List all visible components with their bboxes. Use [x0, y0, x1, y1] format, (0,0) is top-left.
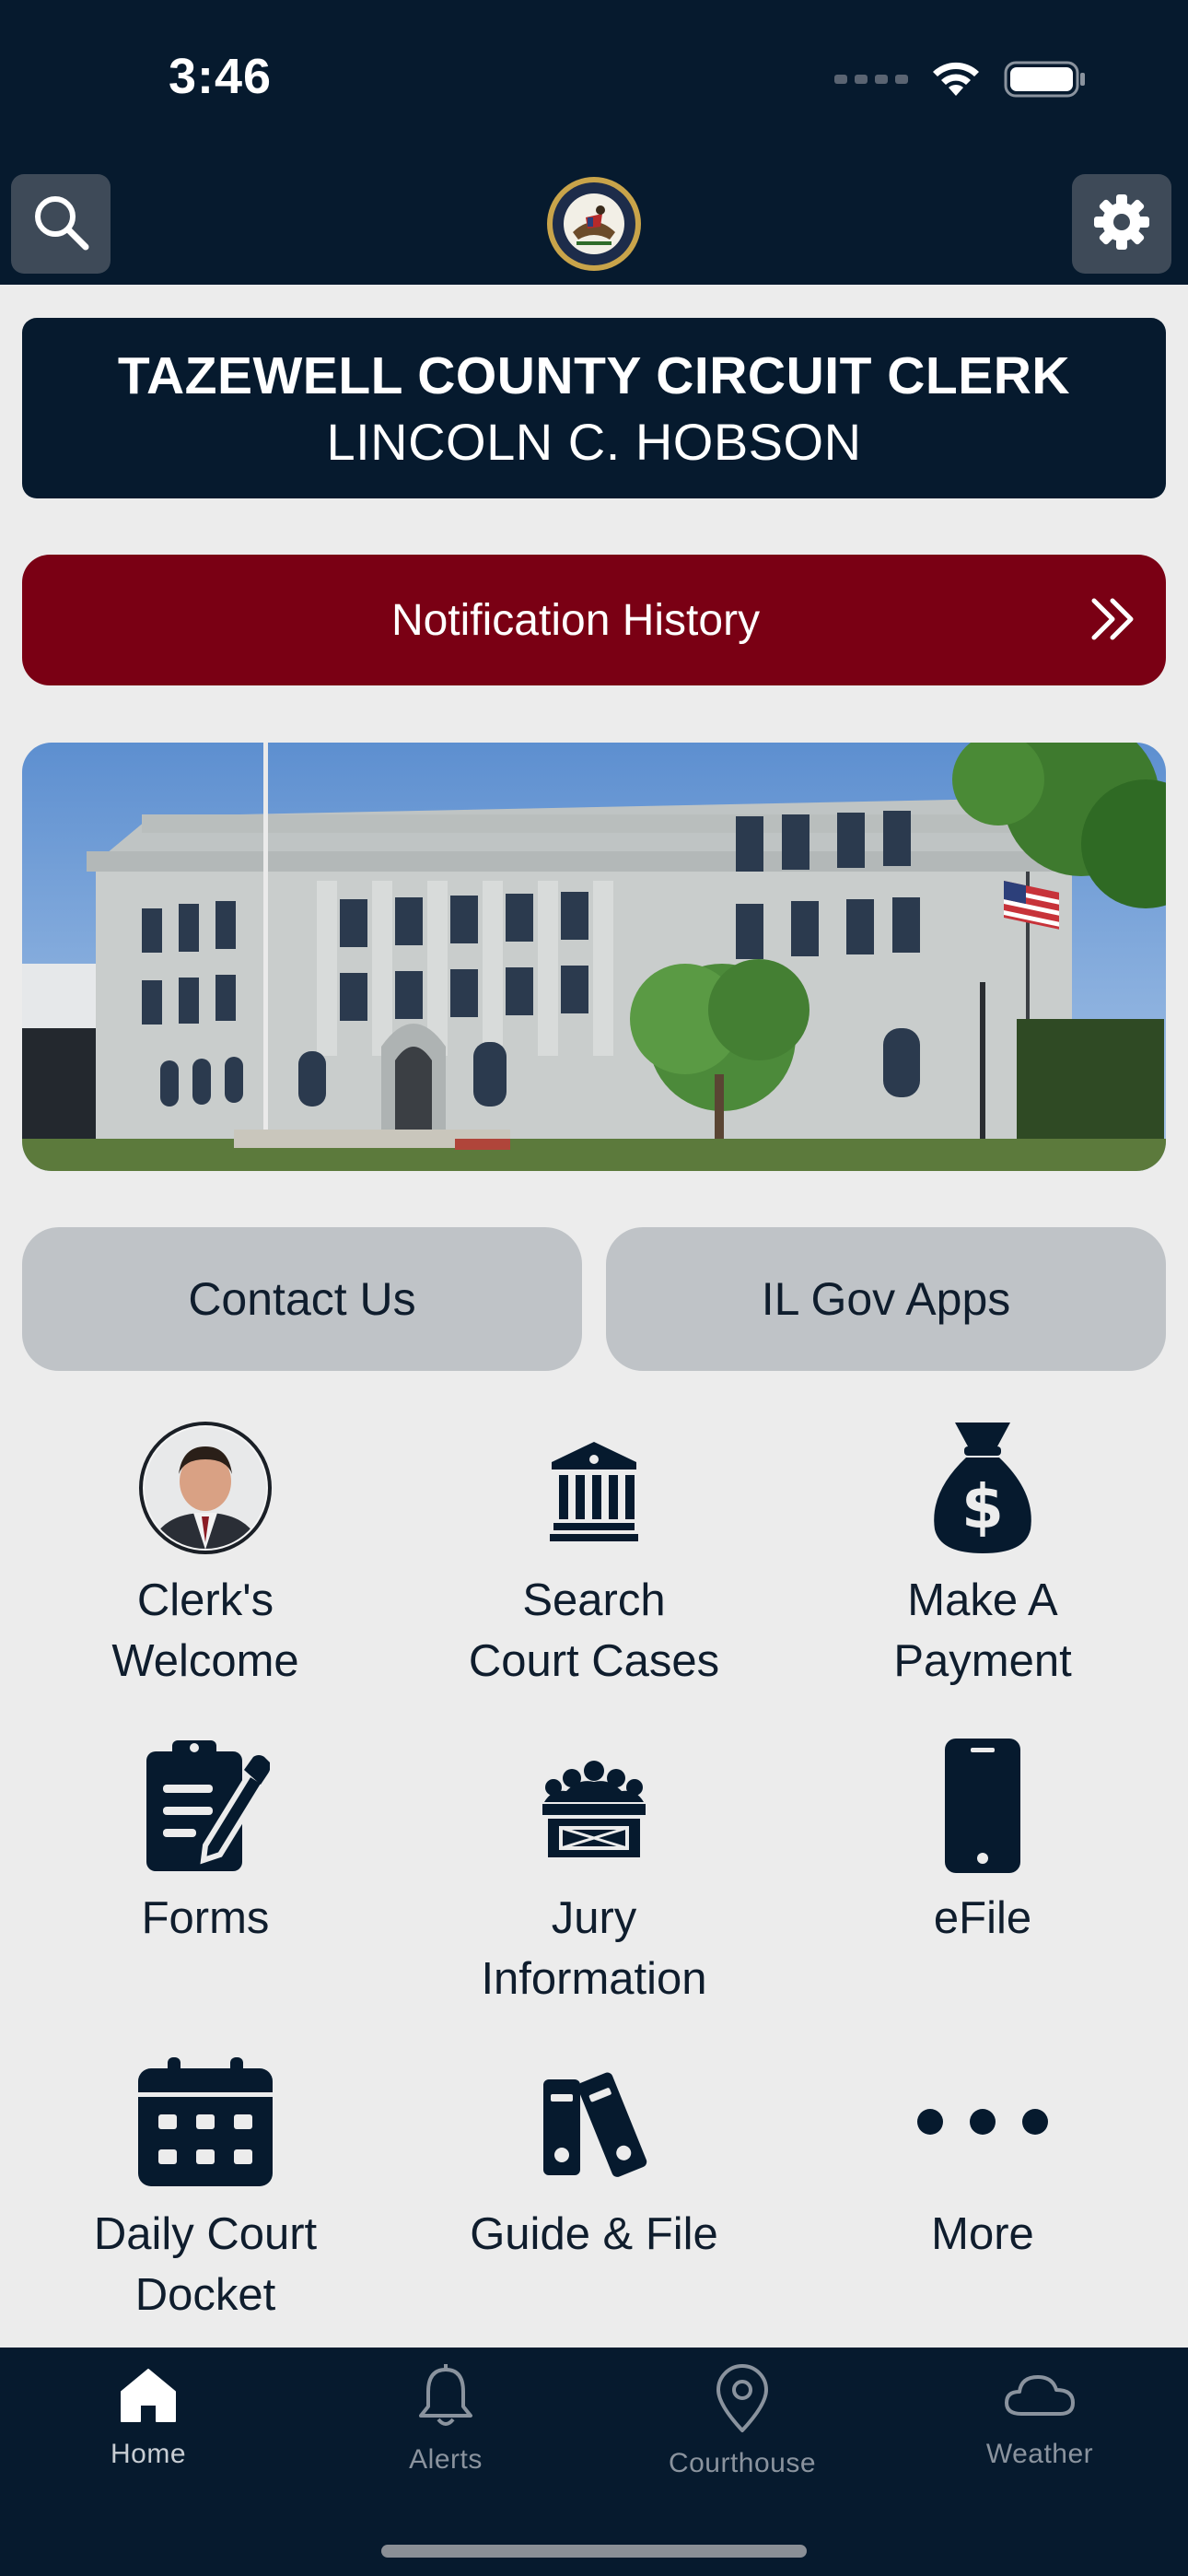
- forms-tile[interactable]: Forms: [21, 1737, 390, 1949]
- make-a-payment-label: Make A Payment: [893, 1575, 1072, 1686]
- clipboard-edit-icon: [141, 1737, 270, 1875]
- binders-icon: [540, 2053, 648, 2191]
- guide-and-file-tile[interactable]: Guide & File: [410, 2053, 778, 2265]
- phone-icon: [945, 1737, 1020, 1875]
- guide-and-file-label: Guide & File: [470, 2209, 718, 2259]
- more-dots-icon: [914, 2053, 1052, 2191]
- search-court-cases-label: Search Court Cases: [468, 1575, 720, 1686]
- tab-weather-label: Weather: [985, 2439, 1094, 2469]
- svg-text:$: $: [961, 1471, 1004, 1542]
- wifi-icon: [928, 59, 984, 100]
- settings-button[interactable]: [1072, 174, 1171, 274]
- search-court-cases-tile[interactable]: Search Court Cases: [410, 1419, 778, 1692]
- jury-box-icon: [542, 1737, 646, 1875]
- location-pin-icon: [715, 2364, 770, 2439]
- forms-label: Forms: [141, 1893, 270, 1943]
- notification-history-label: Notification History: [390, 595, 761, 645]
- search-button[interactable]: [11, 174, 111, 274]
- il-gov-apps-button[interactable]: IL Gov Apps: [606, 1227, 1166, 1371]
- daily-court-docket-tile[interactable]: Daily Court Docket: [21, 2053, 390, 2325]
- tab-courthouse[interactable]: Courthouse: [632, 2364, 853, 2479]
- gear-icon: [1092, 193, 1151, 256]
- clerks-welcome-tile[interactable]: Clerk's Welcome: [21, 1419, 390, 1692]
- more-label: More: [931, 2209, 1034, 2259]
- tab-courthouse-label: Courthouse: [668, 2448, 817, 2478]
- bell-icon: [415, 2364, 476, 2435]
- calendar-icon: [138, 2053, 273, 2191]
- daily-court-docket-label: Daily Court Docket: [93, 2209, 318, 2320]
- make-a-payment-tile[interactable]: $ Make A Payment: [798, 1419, 1167, 1692]
- home-indicator[interactable]: [381, 2545, 807, 2558]
- top-bar: 3:46: [0, 0, 1188, 285]
- home-icon: [118, 2364, 179, 2430]
- battery-icon: [1004, 59, 1087, 100]
- tab-home-label: Home: [110, 2439, 187, 2469]
- tab-alerts-label: Alerts: [409, 2444, 483, 2475]
- office-title: TAZEWELL COUNTY CIRCUIT CLERK: [117, 345, 1071, 405]
- status-icons: [834, 59, 1087, 100]
- courthouse-icon: [548, 1419, 640, 1557]
- status-time: 3:46: [169, 49, 273, 104]
- clerk-name: LINCOLN C. HOBSON: [326, 412, 862, 471]
- efile-tile[interactable]: eFile: [798, 1737, 1167, 1949]
- double-chevron-right-icon: [1089, 591, 1138, 651]
- clerk-avatar: [138, 1419, 273, 1557]
- efile-label: eFile: [933, 1893, 1032, 1943]
- money-bag-icon: $: [929, 1419, 1036, 1557]
- cloud-icon: [1003, 2364, 1077, 2430]
- contact-us-button[interactable]: Contact Us: [22, 1227, 582, 1371]
- more-tile[interactable]: More: [798, 2053, 1167, 2265]
- tab-home[interactable]: Home: [38, 2364, 259, 2470]
- clerk-header-card: TAZEWELL COUNTY CIRCUIT CLERK LINCOLN C.…: [22, 318, 1166, 498]
- cellular-signal-icon: [834, 75, 908, 84]
- state-seal-icon: [545, 175, 643, 273]
- tab-bar: Home Alerts Courthouse Weather: [0, 2348, 1188, 2576]
- jury-information-tile[interactable]: Jury Information: [410, 1737, 778, 2009]
- tab-weather[interactable]: Weather: [929, 2364, 1150, 2470]
- jury-information-label: Jury Information: [481, 1893, 707, 2004]
- tab-alerts[interactable]: Alerts: [335, 2364, 556, 2476]
- clerks-welcome-label: Clerk's Welcome: [111, 1575, 299, 1686]
- courthouse-photo: [22, 743, 1166, 1171]
- search-icon: [30, 192, 91, 257]
- notification-history-button[interactable]: Notification History: [22, 555, 1166, 685]
